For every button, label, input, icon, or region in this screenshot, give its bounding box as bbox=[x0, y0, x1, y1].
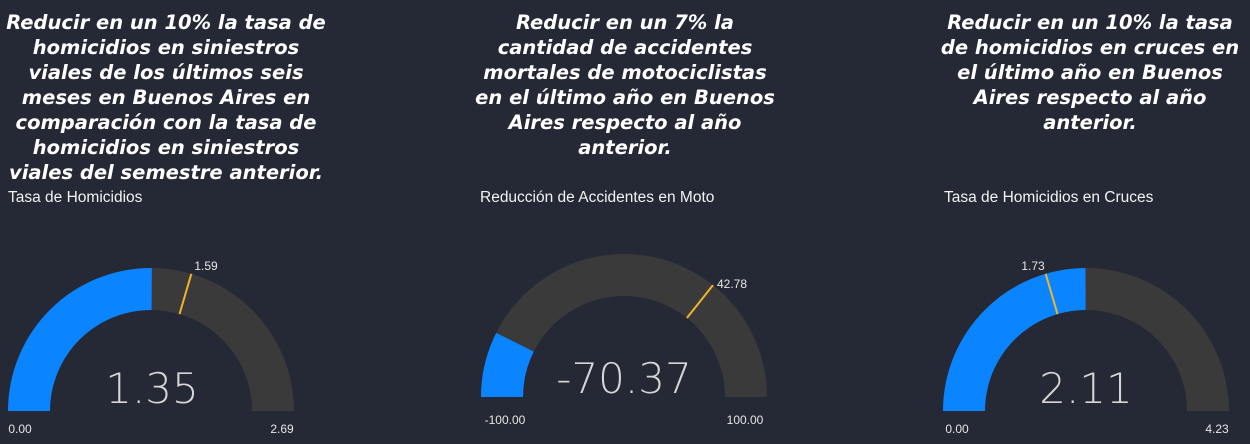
gauge-chart: 42.78 -70.37 -100.00 100.00 bbox=[481, 254, 767, 427]
gauge-value-label: 2.11 bbox=[1039, 364, 1133, 413]
gauge-chart: 1.73 2.11 0.00 4.23 bbox=[943, 259, 1229, 436]
gauge-target-label: 1.59 bbox=[194, 259, 218, 273]
gauge-panel-homicide-rate: Reducir en un 10% la tasa de homicidios … bbox=[0, 0, 330, 444]
gauge-chart: 1.59 1.35 0.00 2.69 bbox=[8, 259, 294, 436]
gauge-min-label: 0.00 bbox=[8, 422, 32, 436]
gauge-max-label: 100.00 bbox=[727, 413, 764, 427]
gauge-target-label: 1.73 bbox=[1021, 259, 1045, 273]
gauge-panel-moto-accidents: Reducir en un 7% la cantidad de accident… bbox=[470, 0, 780, 444]
gauge-panel-crossing-homicides: Reducir en un 10% la tasa de homicidios … bbox=[935, 0, 1250, 444]
gauge-value-label: -70.37 bbox=[556, 354, 691, 403]
gauge-max-label: 4.23 bbox=[1205, 422, 1229, 436]
gauge-min-label: -100.00 bbox=[485, 413, 526, 427]
gauge-target-label: 42.78 bbox=[717, 277, 747, 291]
gauge-max-label: 2.69 bbox=[270, 422, 294, 436]
gauge-min-label: 0.00 bbox=[945, 422, 969, 436]
gauge-value-label: 1.35 bbox=[105, 364, 199, 413]
